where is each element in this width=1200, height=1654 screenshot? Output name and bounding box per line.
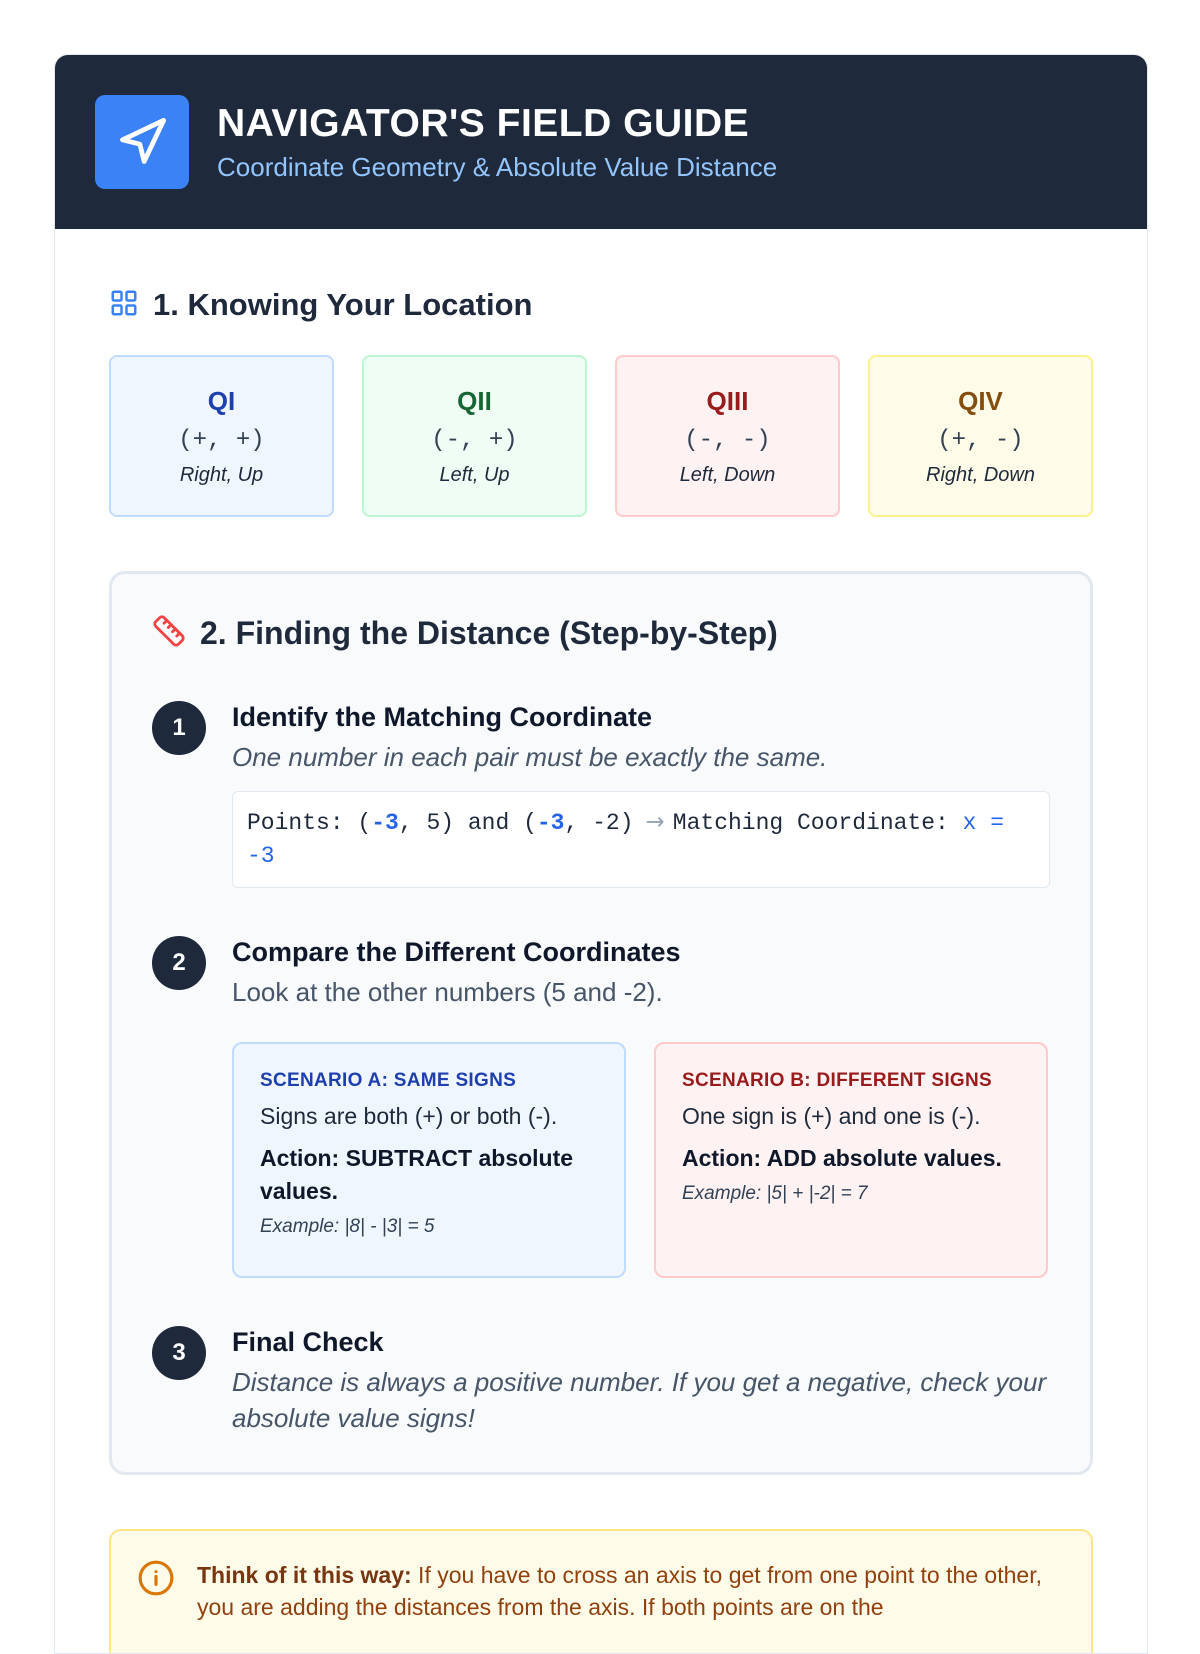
scenario-example: Example: |5| + |-2| = 7	[682, 1183, 868, 1204]
step-number-badge: 2	[152, 936, 206, 990]
grid-icon	[109, 288, 139, 323]
example-code-box: Points: (-3, 5) and (-3, -2) → Matching Co…	[232, 791, 1050, 888]
scenario-b-card: SCENARIO B: DIFFERENT SIGNS One sign is …	[654, 1042, 1048, 1278]
quadrant-card-q3: QIII (-, -) Left, Down	[615, 355, 840, 517]
quadrant-signs: (+, +)	[178, 426, 265, 454]
quadrant-direction: Left, Down	[679, 463, 776, 486]
quadrant-direction: Right, Down	[926, 463, 1035, 486]
info-icon	[137, 1559, 175, 1653]
step-description: Look at the other numbers (5 and -2).	[232, 977, 663, 1007]
quadrant-name: QIII	[706, 385, 749, 416]
quadrant-name: QI	[207, 385, 236, 416]
arrow-right-icon: →	[645, 809, 665, 835]
code-text: , 5) and (	[398, 810, 537, 836]
step-title: Final Check	[232, 1327, 384, 1357]
scenario-description: Signs are both (+) or both (-).	[260, 1103, 558, 1129]
code-highlight: -3	[536, 810, 565, 836]
page-title: NAVIGATOR'S FIELD GUIDE	[217, 102, 750, 145]
ruler-icon	[152, 614, 186, 653]
scenario-title: SCENARIO B: DIFFERENT SIGNS	[682, 1070, 993, 1091]
step-2: 2 Compare the Different Coordinates Look…	[152, 934, 1050, 1278]
navigation-arrow-icon	[95, 95, 189, 189]
scenario-a-card: SCENARIO A: SAME SIGNS Signs are both (+…	[232, 1042, 626, 1278]
scenario-action: Action: SUBTRACT absolute values.	[260, 1145, 574, 1204]
step-title: Identify the Matching Coordinate	[232, 702, 653, 732]
tip-text: Think of it this way: If you have to cro…	[197, 1559, 1065, 1653]
quadrant-name: QIV	[958, 385, 1003, 416]
step-number-badge: 1	[152, 701, 206, 755]
step-description: One number in each pair must be exactly …	[232, 742, 828, 772]
page-subtitle: Coordinate Geometry & Absolute Value Dis…	[217, 152, 778, 182]
quadrant-signs: (-, +)	[431, 426, 518, 454]
quadrant-signs: (-, -)	[684, 426, 771, 454]
code-text: Points: (	[247, 810, 372, 836]
quadrant-signs: (+, -)	[937, 426, 1024, 454]
section-title: 1. Knowing Your Location	[153, 287, 533, 322]
section-distance-heading: 2. Finding the Distance (Step-by-Step)	[152, 614, 1050, 653]
quadrant-card-q4: QIV (+, -) Right, Down	[868, 355, 1093, 517]
step-3: 3 Final Check Distance is always a posit…	[152, 1324, 1050, 1436]
section-location-heading: 1. Knowing Your Location	[109, 287, 1093, 323]
field-guide-card: NAVIGATOR'S FIELD GUIDE Coordinate Geome…	[54, 54, 1148, 1654]
quadrant-cards: QI (+, +) Right, Up QII (-, +) Left, Up …	[109, 355, 1093, 517]
code-highlight: -3	[371, 810, 399, 836]
tip-callout: Think of it this way: If you have to cro…	[109, 1529, 1093, 1653]
quadrant-card-q2: QII (-, +) Left, Up	[362, 355, 587, 517]
scenario-action: Action: ADD absolute values.	[682, 1145, 1002, 1171]
section-title: 2. Finding the Distance (Step-by-Step)	[200, 615, 778, 651]
header: NAVIGATOR'S FIELD GUIDE Coordinate Geome…	[55, 55, 1147, 229]
quadrant-direction: Right, Up	[179, 463, 264, 486]
quadrant-card-q1: QI (+, +) Right, Up	[109, 355, 334, 517]
quadrant-direction: Left, Up	[439, 463, 510, 486]
step-1: 1 Identify the Matching Coordinate One n…	[152, 699, 1050, 888]
step-description: Distance is always a positive number. If…	[232, 1367, 1047, 1433]
scenario-title: SCENARIO A: SAME SIGNS	[260, 1070, 517, 1091]
step-number-badge: 3	[152, 1326, 206, 1380]
code-text: Matching Coordinate:	[672, 810, 963, 836]
step-title: Compare the Different Coordinates	[232, 937, 681, 967]
scenario-cards: SCENARIO A: SAME SIGNS Signs are both (+…	[232, 1042, 1050, 1278]
scenario-description: One sign is (+) and one is (-).	[682, 1103, 981, 1129]
distance-steps-panel: 2. Finding the Distance (Step-by-Step) 1…	[109, 571, 1093, 1475]
code-text: , -2)	[564, 810, 634, 836]
tip-lead: Think of it this way:	[197, 1562, 412, 1588]
quadrant-name: QII	[457, 385, 492, 416]
scenario-example: Example: |8| - |3| = 5	[260, 1216, 435, 1237]
